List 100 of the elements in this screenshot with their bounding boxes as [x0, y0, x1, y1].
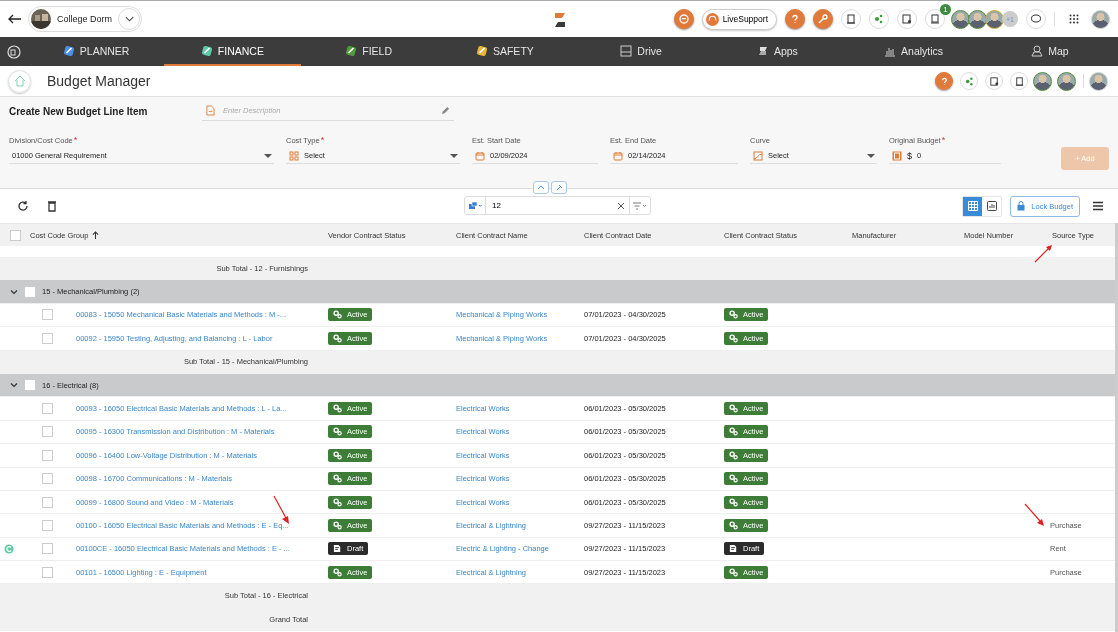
checkbox[interactable] — [42, 403, 53, 415]
hammer-icon — [62, 44, 75, 57]
chevron-icon[interactable] — [10, 288, 18, 295]
grid-icon — [289, 150, 299, 161]
gears-icon — [333, 427, 342, 437]
checkbox[interactable] — [10, 229, 21, 241]
pencil-icon[interactable] — [441, 106, 450, 115]
gears-icon — [333, 310, 342, 320]
report-icon[interactable] — [985, 72, 1003, 90]
clear-icon[interactable] — [617, 201, 625, 210]
chevron-icon[interactable] — [10, 382, 18, 389]
required-mark: * — [941, 136, 946, 145]
pin-button[interactable] — [551, 181, 567, 194]
avatar[interactable] — [968, 9, 987, 29]
checkbox[interactable] — [24, 285, 36, 298]
chart-icon — [986, 201, 997, 211]
avatar[interactable] — [1057, 71, 1076, 91]
gears-icon — [729, 450, 738, 460]
required-mark: * — [320, 136, 325, 145]
checkbox[interactable] — [42, 309, 53, 321]
gears-icon — [333, 450, 342, 460]
dropdown-arrow-icon[interactable] — [867, 153, 875, 158]
document-icon — [206, 105, 215, 116]
checkbox[interactable] — [42, 520, 53, 531]
grid-icon — [967, 201, 978, 211]
gears-icon — [333, 404, 342, 414]
dropdown-arrow-icon[interactable] — [264, 153, 272, 158]
document-icon[interactable] — [1010, 72, 1028, 90]
live-support-button[interactable]: LiveSupport — [701, 8, 777, 30]
nav-tab[interactable]: FIELD — [300, 37, 437, 66]
user-avatar[interactable] — [1091, 9, 1110, 29]
key-icon[interactable] — [813, 9, 833, 29]
calendar-icon — [613, 150, 623, 161]
house-icon — [12, 74, 27, 88]
nav-tab[interactable]: PLANNER — [28, 37, 165, 66]
pin-icon — [555, 183, 563, 192]
checkbox[interactable] — [42, 543, 53, 555]
app-grid-icon[interactable] — [1069, 14, 1079, 24]
gears-icon — [333, 474, 342, 484]
form-title: Create New Budget Line Item — [9, 105, 149, 117]
checkbox[interactable] — [42, 566, 53, 578]
refresh-icon[interactable] — [17, 200, 29, 212]
checkbox[interactable] — [24, 379, 36, 392]
chat-icon[interactable] — [1026, 9, 1046, 29]
draft-icon — [333, 544, 342, 554]
grid-view-button[interactable] — [963, 196, 983, 216]
chevron-down-icon — [124, 16, 134, 22]
user-avatar[interactable] — [1089, 71, 1108, 91]
nav-tab[interactable]: SAFETY — [436, 37, 573, 66]
chevron-up-icon — [537, 185, 545, 190]
dropdown-arrow-icon[interactable] — [450, 153, 458, 158]
hammer-icon — [345, 44, 358, 57]
avatar[interactable] — [985, 9, 1004, 29]
lock-icon — [1017, 201, 1026, 211]
page-title: Budget Manager — [47, 73, 151, 89]
avatar[interactable] — [1033, 71, 1052, 91]
hammer-icon — [200, 44, 213, 57]
nav-tab[interactable]: Map — [981, 37, 1118, 66]
gears-icon — [333, 497, 342, 507]
required-mark: * — [73, 136, 78, 145]
nav-tab[interactable]: Analytics — [845, 37, 982, 66]
notification-count: 1 — [940, 4, 951, 15]
stack-icon[interactable] — [468, 200, 482, 211]
avatar[interactable] — [951, 9, 970, 29]
draft-icon — [729, 544, 738, 554]
gears-icon — [333, 567, 342, 577]
molecule-icon[interactable] — [960, 72, 978, 90]
hammer-icon — [475, 44, 488, 57]
help-icon[interactable] — [785, 9, 805, 29]
delete-icon[interactable] — [46, 200, 58, 212]
help-icon[interactable] — [935, 72, 953, 90]
search-bar[interactable]: 12 — [464, 196, 651, 215]
drive-icon — [620, 44, 633, 57]
sort-arrow-icon[interactable] — [92, 231, 100, 239]
gears-icon — [729, 567, 738, 577]
headset-icon — [705, 12, 719, 26]
checkbox[interactable] — [42, 426, 53, 438]
calendar-icon — [475, 150, 485, 161]
gears-icon — [729, 474, 738, 484]
checkbox[interactable] — [42, 449, 53, 461]
nav-tab[interactable]: Drive — [573, 37, 710, 66]
checkbox[interactable] — [42, 332, 53, 344]
nav-tab[interactable]: FINANCE — [164, 37, 301, 66]
checkbox[interactable] — [42, 496, 53, 508]
back-arrow-icon[interactable] — [8, 14, 22, 24]
gears-icon — [729, 427, 738, 437]
menu-icon[interactable] — [1092, 200, 1104, 212]
nav-tab[interactable]: Apps — [709, 37, 846, 66]
gears-icon — [729, 497, 738, 507]
gears-icon — [729, 333, 738, 343]
gears-icon — [333, 333, 342, 343]
document-icon[interactable] — [841, 9, 861, 29]
collapse-button[interactable] — [533, 181, 549, 194]
gears-icon — [729, 404, 738, 414]
gears-icon — [333, 521, 342, 530]
gears-icon — [729, 521, 738, 530]
checkbox[interactable] — [42, 473, 53, 485]
report-icon[interactable] — [897, 9, 917, 29]
molecule-icon[interactable] — [869, 9, 889, 29]
apps-logo-icon — [756, 44, 769, 57]
